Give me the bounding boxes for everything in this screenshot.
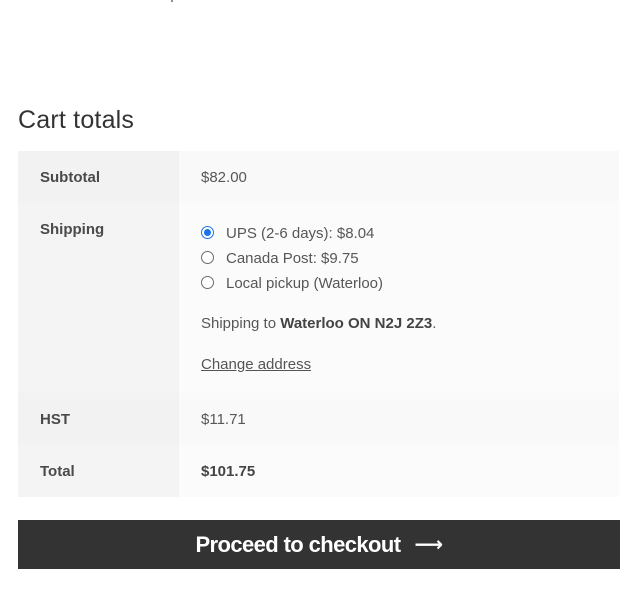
shipping-option-label: UPS (2-6 days): $8.04 [226, 225, 375, 242]
cart-totals-heading: Cart totals [18, 106, 135, 134]
subtotal-value: $82.00 [179, 151, 619, 203]
shipping-destination: Shipping to Waterloo ON N2J 2Z3. [201, 315, 619, 332]
shipping-radio-local-pickup[interactable] [201, 276, 214, 289]
shipping-label: Shipping [18, 203, 179, 393]
total-amount: $101.75 [201, 463, 256, 480]
shipping-options: UPS (2-6 days): $8.04 Canada Post: $9.75… [179, 203, 619, 393]
tax-row: HST $11.71 [18, 393, 619, 445]
total-row: Total $101.75 [18, 445, 619, 497]
subtotal-label: Subtotal [18, 151, 179, 203]
shipping-option-local-pickup[interactable]: Local pickup (Waterloo) [201, 271, 619, 296]
shipping-radio-ups[interactable] [201, 226, 214, 239]
arrow-right-icon: ⟶ [414, 534, 443, 556]
tax-value: $11.71 [179, 393, 619, 445]
divider-dot [171, 0, 173, 2]
tax-label: HST [18, 393, 179, 445]
total-label: Total [18, 445, 179, 497]
shipping-destination-prefix: Shipping to [201, 315, 277, 332]
shipping-option-label: Local pickup (Waterloo) [226, 275, 384, 292]
shipping-destination-suffix: . [432, 315, 437, 332]
change-address-link[interactable]: Change address [201, 356, 311, 373]
checkout-button-label: Proceed to checkout [195, 531, 401, 557]
subtotal-row: Subtotal $82.00 [18, 151, 619, 203]
shipping-destination-address: Waterloo ON N2J 2Z3 [280, 315, 433, 332]
shipping-option-ups[interactable]: UPS (2-6 days): $8.04 [201, 221, 619, 246]
shipping-option-canada-post[interactable]: Canada Post: $9.75 [201, 246, 619, 271]
shipping-option-label: Canada Post: $9.75 [226, 250, 359, 267]
shipping-row: Shipping UPS (2-6 days): $8.04 Canada Po… [18, 203, 619, 393]
cart-totals-table: Subtotal $82.00 Shipping UPS (2-6 days):… [18, 151, 619, 497]
shipping-radio-canada-post[interactable] [201, 251, 214, 264]
total-value: $101.75 [179, 445, 619, 497]
proceed-to-checkout-button[interactable]: Proceed to checkout ⟶ [18, 520, 620, 569]
cart-page: Cart totals Subtotal $82.00 Shipping UPS… [0, 0, 643, 593]
